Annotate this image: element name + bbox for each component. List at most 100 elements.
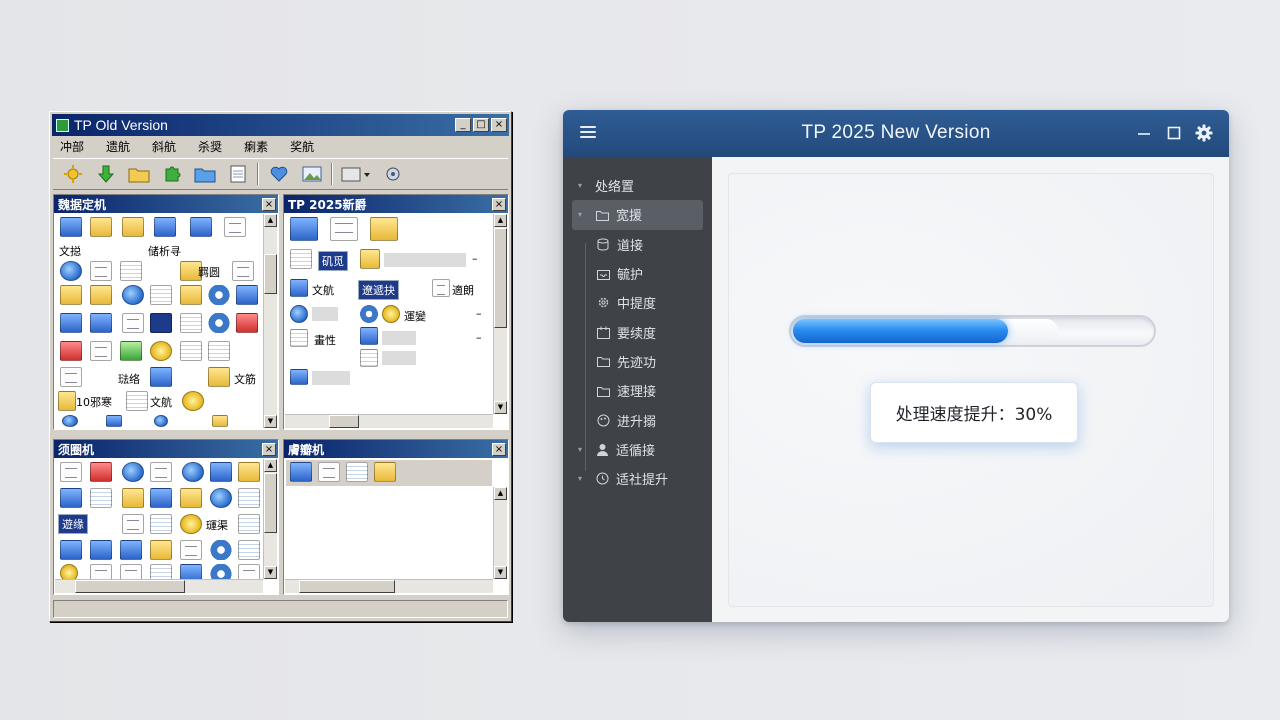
horizontal-scrollbar[interactable] xyxy=(285,579,493,593)
vertical-scrollbar[interactable]: ▲ ▼ xyxy=(263,459,277,579)
sidebar-item[interactable]: 要续度 xyxy=(563,317,712,346)
warning-icon[interactable] xyxy=(60,341,82,361)
shield-icon[interactable] xyxy=(60,540,82,560)
chevron-down-icon[interactable]: ▾ xyxy=(578,445,590,454)
scroll-thumb[interactable] xyxy=(329,415,359,428)
window-icon[interactable] xyxy=(290,369,308,385)
sidebar-item[interactable]: 先迹功 xyxy=(563,347,712,376)
folder-outline-icon[interactable] xyxy=(150,462,172,482)
sidebar-item[interactable]: 速理接 xyxy=(563,376,712,405)
folder-network-icon[interactable] xyxy=(290,217,318,241)
folder-icon[interactable] xyxy=(125,162,152,186)
sun-icon[interactable] xyxy=(59,162,86,186)
network-icon[interactable] xyxy=(379,162,406,186)
image-icon[interactable] xyxy=(432,279,450,297)
cloud-icon[interactable] xyxy=(238,462,260,482)
scroll-down-arrow[interactable]: ▼ xyxy=(264,415,277,428)
badge-icon[interactable] xyxy=(182,391,204,411)
globe-icon[interactable] xyxy=(122,285,144,305)
folder-outline-icon[interactable] xyxy=(180,540,202,560)
device-icon[interactable] xyxy=(60,462,82,482)
sidebar-item[interactable]: 中提度 xyxy=(563,288,712,317)
tag-icon[interactable] xyxy=(90,540,112,560)
coin-icon[interactable] xyxy=(382,305,400,323)
document-icon[interactable] xyxy=(126,391,148,411)
folder-icon[interactable] xyxy=(58,391,76,411)
folder-blue-icon[interactable] xyxy=(191,162,218,186)
scroll-thumb[interactable] xyxy=(264,473,277,533)
pane-close-button[interactable]: × xyxy=(262,442,276,456)
globe-icon[interactable] xyxy=(210,488,232,508)
scroll-thumb[interactable] xyxy=(75,580,185,593)
search-doc-icon[interactable] xyxy=(90,313,112,333)
close-button[interactable]: × xyxy=(491,118,507,132)
tools-icon[interactable] xyxy=(122,514,144,534)
brush-icon[interactable] xyxy=(236,285,258,305)
folder-icon[interactable] xyxy=(180,488,202,508)
vertical-scrollbar[interactable]: ▲ ▼ xyxy=(493,487,507,579)
minimize-icon[interactable] xyxy=(1134,123,1154,143)
window-dropdown-icon[interactable] xyxy=(339,162,373,186)
folder-icon[interactable] xyxy=(122,488,144,508)
selected-label[interactable]: 遼遞抉 xyxy=(358,280,399,300)
vertical-scrollbar[interactable]: ▲ ▼ xyxy=(263,214,277,428)
document-icon[interactable] xyxy=(224,162,251,186)
shield-icon[interactable] xyxy=(62,415,78,427)
compass-icon[interactable] xyxy=(290,305,308,323)
folder-icon[interactable] xyxy=(212,415,228,427)
folder-outline-icon[interactable] xyxy=(330,217,358,241)
card-icon[interactable] xyxy=(90,462,112,482)
globe-icon[interactable] xyxy=(60,261,82,281)
chevron-down-icon[interactable]: ▾ xyxy=(578,474,590,483)
sidebar-item[interactable]: 道接 xyxy=(563,230,712,259)
globe-icon[interactable] xyxy=(182,462,204,482)
picture-icon[interactable] xyxy=(106,415,122,427)
scroll-icon[interactable] xyxy=(60,367,82,387)
chart-icon[interactable] xyxy=(60,313,82,333)
scroll-down-arrow[interactable]: ▼ xyxy=(494,401,507,414)
pane-close-button[interactable]: × xyxy=(492,197,506,211)
heart-icon[interactable] xyxy=(265,162,292,186)
sidebar-item[interactable]: ▾ 适社提升 xyxy=(563,464,712,493)
tools-icon[interactable] xyxy=(318,462,340,482)
image-icon[interactable] xyxy=(210,462,232,482)
scroll-up-arrow[interactable]: ▲ xyxy=(494,487,507,500)
folder-icon[interactable] xyxy=(122,217,144,237)
users-icon[interactable] xyxy=(154,217,176,237)
scroll-thumb[interactable] xyxy=(264,254,277,294)
document-icon[interactable] xyxy=(90,488,112,508)
picture-icon[interactable] xyxy=(150,488,172,508)
link-icon[interactable] xyxy=(232,261,254,281)
document-icon[interactable] xyxy=(238,540,260,560)
document-icon[interactable] xyxy=(150,514,172,534)
folder-icon[interactable] xyxy=(90,217,112,237)
menu-item[interactable]: 冲部 xyxy=(60,138,84,155)
scroll-down-arrow[interactable]: ▼ xyxy=(494,566,507,579)
maximize-icon[interactable] xyxy=(1164,123,1184,143)
menu-item[interactable]: 遗航 xyxy=(106,138,130,155)
window-icon[interactable] xyxy=(122,313,144,333)
image-icon[interactable] xyxy=(298,162,325,186)
minimize-button[interactable]: _ xyxy=(455,118,471,132)
gear-icon[interactable] xyxy=(210,540,232,560)
calendar-icon[interactable] xyxy=(150,313,172,333)
book-icon[interactable] xyxy=(120,540,142,560)
network-icon[interactable] xyxy=(122,462,144,482)
cube-icon[interactable] xyxy=(150,367,172,387)
gear-icon[interactable] xyxy=(208,285,230,305)
gear-icon[interactable] xyxy=(208,313,230,333)
menu-item[interactable]: 杀奨 xyxy=(198,138,222,155)
list-icon[interactable] xyxy=(360,327,378,345)
download-arrow-icon[interactable] xyxy=(92,162,119,186)
sidebar-item[interactable]: ▾ 适循接 xyxy=(563,435,712,464)
maximize-button[interactable]: □ xyxy=(473,118,489,132)
folder-icon[interactable] xyxy=(208,367,230,387)
document-icon[interactable] xyxy=(238,488,260,508)
folder-icon[interactable] xyxy=(60,285,82,305)
chevron-down-icon[interactable]: ▾ xyxy=(578,210,590,219)
chevron-down-icon[interactable]: ▾ xyxy=(578,181,590,190)
lock-icon[interactable] xyxy=(236,313,258,333)
chat-icon[interactable] xyxy=(60,488,82,508)
document-icon[interactable] xyxy=(290,329,308,347)
folder-doc-icon[interactable] xyxy=(360,249,380,269)
